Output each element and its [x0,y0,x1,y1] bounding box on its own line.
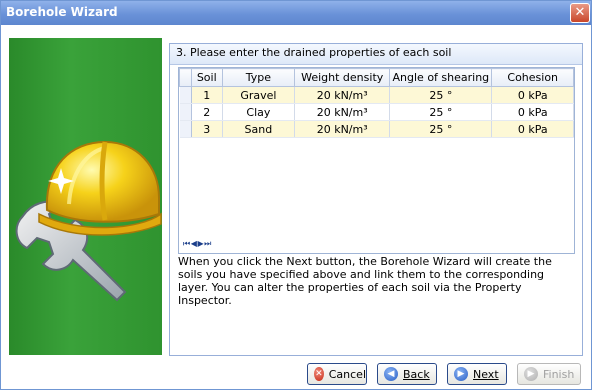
cell-weight-density[interactable]: 20 kN/m³ [294,86,391,104]
row-selector[interactable] [179,103,192,121]
back-arrow-icon: ◀ [384,367,398,381]
row-selector[interactable] [179,86,192,104]
next-arrow-icon: ▶ [454,367,468,381]
column-header-angle-of-shearing[interactable]: Angle of shearing [389,68,493,87]
cell-angle-of-shearing[interactable]: 25 ° [389,120,493,138]
cell-weight-density[interactable]: 20 kN/m³ [294,103,391,121]
cell-soil[interactable]: 2 [191,103,223,121]
grid-header-row: Soil Type Weight density Angle of sheari… [179,68,574,87]
hardhat-wrench-illustration [15,140,162,302]
finish-arrow-icon: ▶ [524,367,538,381]
step-title: 3. Please enter the drained properties o… [176,46,452,59]
step-description: When you click the Next button, the Bore… [178,255,552,307]
finish-button[interactable]: ▶ Finish [517,363,581,385]
cell-cohesion[interactable]: 0 kPa [491,86,574,104]
cell-cohesion[interactable]: 0 kPa [491,103,574,121]
wizard-step-panel: 3. Please enter the drained properties o… [169,43,583,356]
column-header-weight-density[interactable]: Weight density [294,68,391,87]
cancel-icon: ✕ [314,367,324,381]
wizard-side-banner [9,38,162,355]
row-selector[interactable] [179,120,192,138]
wizard-window: Borehole Wizard ✕ 3. Please enter the dr… [0,0,592,390]
back-button[interactable]: ◀ Back [377,363,437,385]
row-selector-header [179,68,192,87]
cancel-label: Cancel [328,367,366,381]
back-label: Back [403,367,430,381]
cell-type[interactable]: Gravel [222,86,296,104]
cell-soil[interactable]: 3 [191,120,223,138]
column-header-cohesion[interactable]: Cohesion [491,68,574,87]
hard-hat-icon [38,140,162,236]
cell-angle-of-shearing[interactable]: 25 ° [389,86,493,104]
column-header-type[interactable]: Type [221,68,296,87]
soil-properties-grid[interactable]: Soil Type Weight density Angle of sheari… [178,67,575,254]
finish-label: Finish [543,367,575,381]
next-button[interactable]: ▶ Next [447,363,507,385]
table-row[interactable]: 2 Clay 20 kN/m³ 25 ° 0 kPa [179,103,574,121]
cell-cohesion[interactable]: 0 kPa [491,120,574,138]
table-row[interactable]: 3 Sand 20 kN/m³ 25 ° 0 kPa [179,120,574,138]
title-bar: Borehole Wizard ✕ [1,1,591,25]
cell-soil[interactable]: 1 [191,86,223,104]
next-label: Next [473,367,499,381]
cell-type[interactable]: Clay [222,103,296,121]
close-icon: ✕ [574,5,586,20]
cell-type[interactable]: Sand [222,120,296,138]
grid-navigator[interactable]: ⏮ ◀ ▶ ⏭ [183,239,211,249]
window-title: Borehole Wizard [6,5,118,19]
table-row[interactable]: 1 Gravel 20 kN/m³ 25 ° 0 kPa [179,86,574,104]
cancel-button[interactable]: ✕ Cancel [307,363,367,385]
cell-angle-of-shearing[interactable]: 25 ° [389,103,493,121]
cell-weight-density[interactable]: 20 kN/m³ [294,120,391,138]
close-button[interactable]: ✕ [570,3,590,23]
column-header-soil[interactable]: Soil [190,68,223,87]
